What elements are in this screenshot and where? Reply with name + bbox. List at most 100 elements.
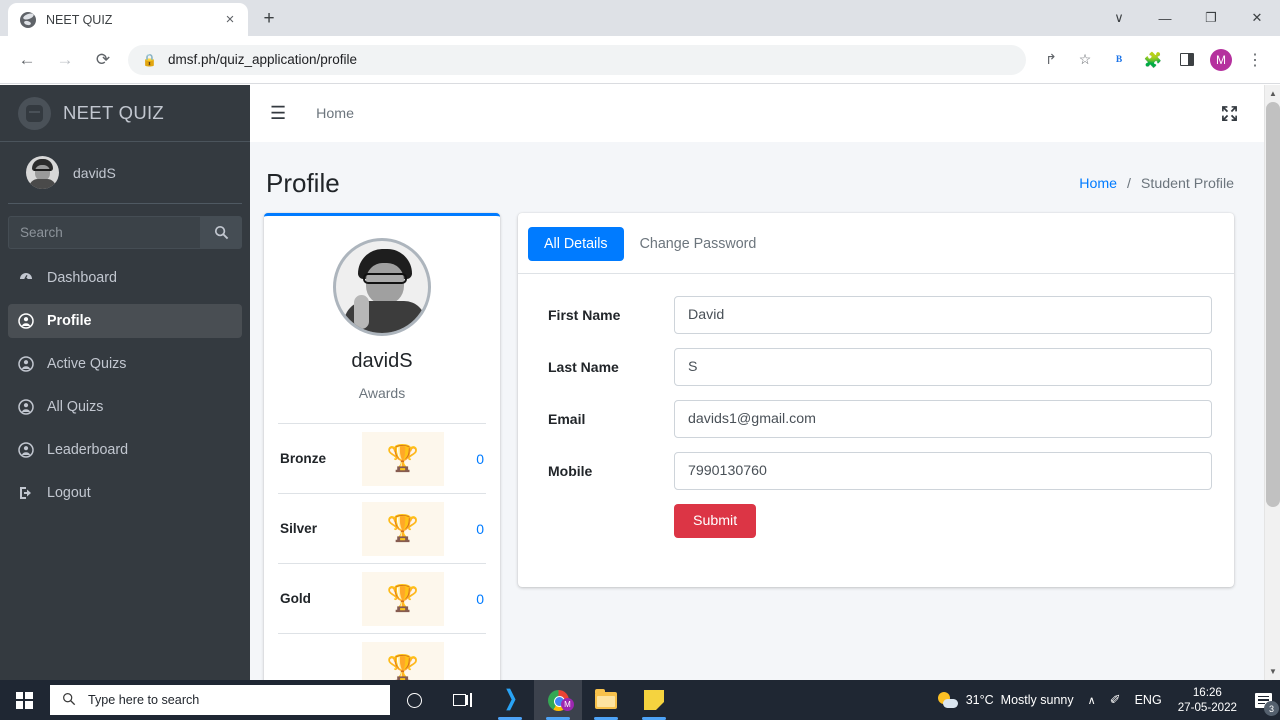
sidebar-item-logout[interactable]: Logout xyxy=(8,476,242,510)
form-group-email: Email davids1@gmail.com xyxy=(534,400,1212,438)
tab-list: All Details Change Password xyxy=(518,213,1234,274)
tab-change-password[interactable]: Change Password xyxy=(624,227,773,261)
tab-all-details[interactable]: All Details xyxy=(528,227,624,261)
sidebar-item-leaderboard[interactable]: Leaderboard xyxy=(8,433,242,467)
extension-b-icon[interactable]: B xyxy=(1104,45,1134,75)
mobile-field[interactable]: 7990130760 xyxy=(674,452,1212,490)
chevron-down-icon[interactable]: ∨ xyxy=(1096,2,1142,34)
weather-widget[interactable]: 31°C Mostly sunny xyxy=(931,680,1081,720)
mobile-label: Mobile xyxy=(548,463,593,479)
notification-center-button[interactable]: 3 xyxy=(1246,680,1280,720)
form-group-last-name: Last Name S xyxy=(534,348,1212,386)
cortana-button[interactable] xyxy=(390,680,438,720)
navbar-home-link[interactable]: Home xyxy=(316,106,354,122)
profile-form: First Name David Last Name S Email david… xyxy=(518,274,1234,560)
chrome-profile-badge: M xyxy=(561,698,574,711)
profile-user-name: davidS xyxy=(351,350,413,372)
search-icon xyxy=(62,692,76,709)
start-button[interactable] xyxy=(0,680,48,720)
menu-toggle-icon[interactable]: ☰ xyxy=(270,103,286,124)
user-circle-icon xyxy=(18,313,40,329)
trophy-icon: 🏆 xyxy=(362,431,444,486)
award-count: 0 xyxy=(476,450,484,467)
sidebar-item-label: Dashboard xyxy=(47,270,117,286)
minimize-icon[interactable]: — xyxy=(1142,2,1188,34)
submit-button[interactable]: Submit xyxy=(674,504,757,538)
task-view-button[interactable] xyxy=(438,680,486,720)
share-icon[interactable]: ↱ xyxy=(1036,45,1066,75)
sidebar-item-active-quizs[interactable]: Active Quizs xyxy=(8,347,242,381)
browser-menu-icon[interactable]: ⋮ xyxy=(1240,45,1270,75)
extensions-puzzle-icon[interactable]: 🧩 xyxy=(1138,45,1168,75)
search-button[interactable] xyxy=(200,216,242,249)
clock[interactable]: 16:26 27-05-2022 xyxy=(1169,680,1246,720)
page-header: Profile Home / Student Profile xyxy=(250,142,1264,213)
main-content: ☰ Home Profile Home / Student Profile da… xyxy=(250,85,1264,680)
form-group-first-name: First Name David xyxy=(534,296,1212,334)
window-controls: ∨ — ❐ ✕ xyxy=(1096,0,1280,36)
sidebar-item-dashboard[interactable]: Dashboard xyxy=(8,261,242,295)
award-image: 🏆 xyxy=(342,431,464,486)
reload-icon[interactable]: ⟳ xyxy=(87,44,119,76)
list-item: Gold 🏆 0 xyxy=(278,563,486,633)
trophy-icon: 🏆 xyxy=(362,641,444,680)
list-item: Silver 🏆 0 xyxy=(278,493,486,563)
sidebar-user-panel[interactable]: davidS xyxy=(8,142,242,204)
browser-tab[interactable]: NEET QUIZ × xyxy=(8,3,248,36)
email-field[interactable]: davids1@gmail.com xyxy=(674,400,1212,438)
breadcrumb-home-link[interactable]: Home xyxy=(1079,176,1117,192)
trophy-icon: 🏆 xyxy=(362,501,444,556)
awards-section-label: Awards xyxy=(358,385,406,401)
avatar[interactable]: M xyxy=(1206,45,1236,75)
list-item: Bronze 🏆 0 xyxy=(278,423,486,493)
new-tab-button[interactable]: + xyxy=(254,4,284,34)
back-icon[interactable]: ← xyxy=(11,44,43,76)
browser-window: NEET QUIZ × + ∨ — ❐ ✕ ← → ⟳ 🔒 dmsf.ph/qu… xyxy=(0,0,1280,720)
scrollbar-thumb[interactable] xyxy=(1266,102,1280,507)
sidebar-item-profile[interactable]: Profile xyxy=(8,304,242,338)
side-panel-icon[interactable] xyxy=(1172,45,1202,75)
bookmark-star-icon[interactable]: ☆ xyxy=(1070,45,1100,75)
sidebar-user-name: davidS xyxy=(73,164,116,181)
search-icon xyxy=(214,225,228,240)
close-icon[interactable]: × xyxy=(220,10,240,30)
profile-initial: M xyxy=(1210,48,1232,71)
breadcrumb-separator: / xyxy=(1127,175,1131,192)
circle-icon xyxy=(406,692,422,708)
taskbar-app-sticky-notes[interactable] xyxy=(630,680,678,720)
page-scrollbar[interactable]: ▲ ▼ xyxy=(1264,85,1280,680)
address-bar[interactable]: 🔒 dmsf.ph/quiz_application/profile xyxy=(128,44,1026,75)
sidebar-item-all-quizs[interactable]: All Quizs xyxy=(8,390,242,424)
globe-icon xyxy=(20,11,36,28)
search-input[interactable]: Search xyxy=(8,216,200,249)
expand-icon[interactable] xyxy=(1221,105,1238,122)
weather-temperature: 31°C xyxy=(965,693,994,707)
taskbar-app-vs-code[interactable]: ❭ xyxy=(486,680,534,720)
pen-icon[interactable]: ✐ xyxy=(1103,680,1128,720)
system-tray: 31°C Mostly sunny ∧ ✐ ENG 16:26 27-05-20… xyxy=(931,680,1280,720)
show-hidden-icons-chevron[interactable]: ∧ xyxy=(1081,680,1103,720)
app-logo-icon xyxy=(18,96,51,130)
taskbar-app-chrome[interactable]: M xyxy=(534,680,582,720)
top-navbar: ☰ Home xyxy=(250,85,1264,142)
page-viewport: NEET QUIZ davidS Search Dashboard Profil… xyxy=(0,85,1280,680)
taskbar-app-file-explorer[interactable] xyxy=(582,680,630,720)
dashboard-icon xyxy=(18,270,40,286)
last-name-field[interactable]: S xyxy=(674,348,1212,386)
list-item: 🏆 xyxy=(278,633,486,680)
clock-date: 27-05-2022 xyxy=(1177,701,1237,714)
maximize-icon[interactable]: ❐ xyxy=(1188,2,1234,34)
content-row: davidS Awards Bronze 🏆 0 Silver 🏆 0 Gold… xyxy=(250,213,1264,680)
scroll-down-icon[interactable]: ▼ xyxy=(1265,663,1280,680)
forward-icon[interactable]: → xyxy=(49,44,81,76)
tab-strip: NEET QUIZ × + ∨ — ❐ ✕ xyxy=(0,0,1280,36)
scroll-up-icon[interactable]: ▲ xyxy=(1265,85,1280,102)
language-indicator[interactable]: ENG xyxy=(1128,680,1169,720)
taskbar-search[interactable]: Type here to search xyxy=(50,685,390,715)
brand[interactable]: NEET QUIZ xyxy=(0,85,250,142)
sidebar-search: Search xyxy=(0,204,250,257)
award-image: 🏆 xyxy=(342,641,464,680)
first-name-field[interactable]: David xyxy=(674,296,1212,334)
window-close-icon[interactable]: ✕ xyxy=(1234,2,1280,34)
sticky-note-icon xyxy=(644,690,664,710)
